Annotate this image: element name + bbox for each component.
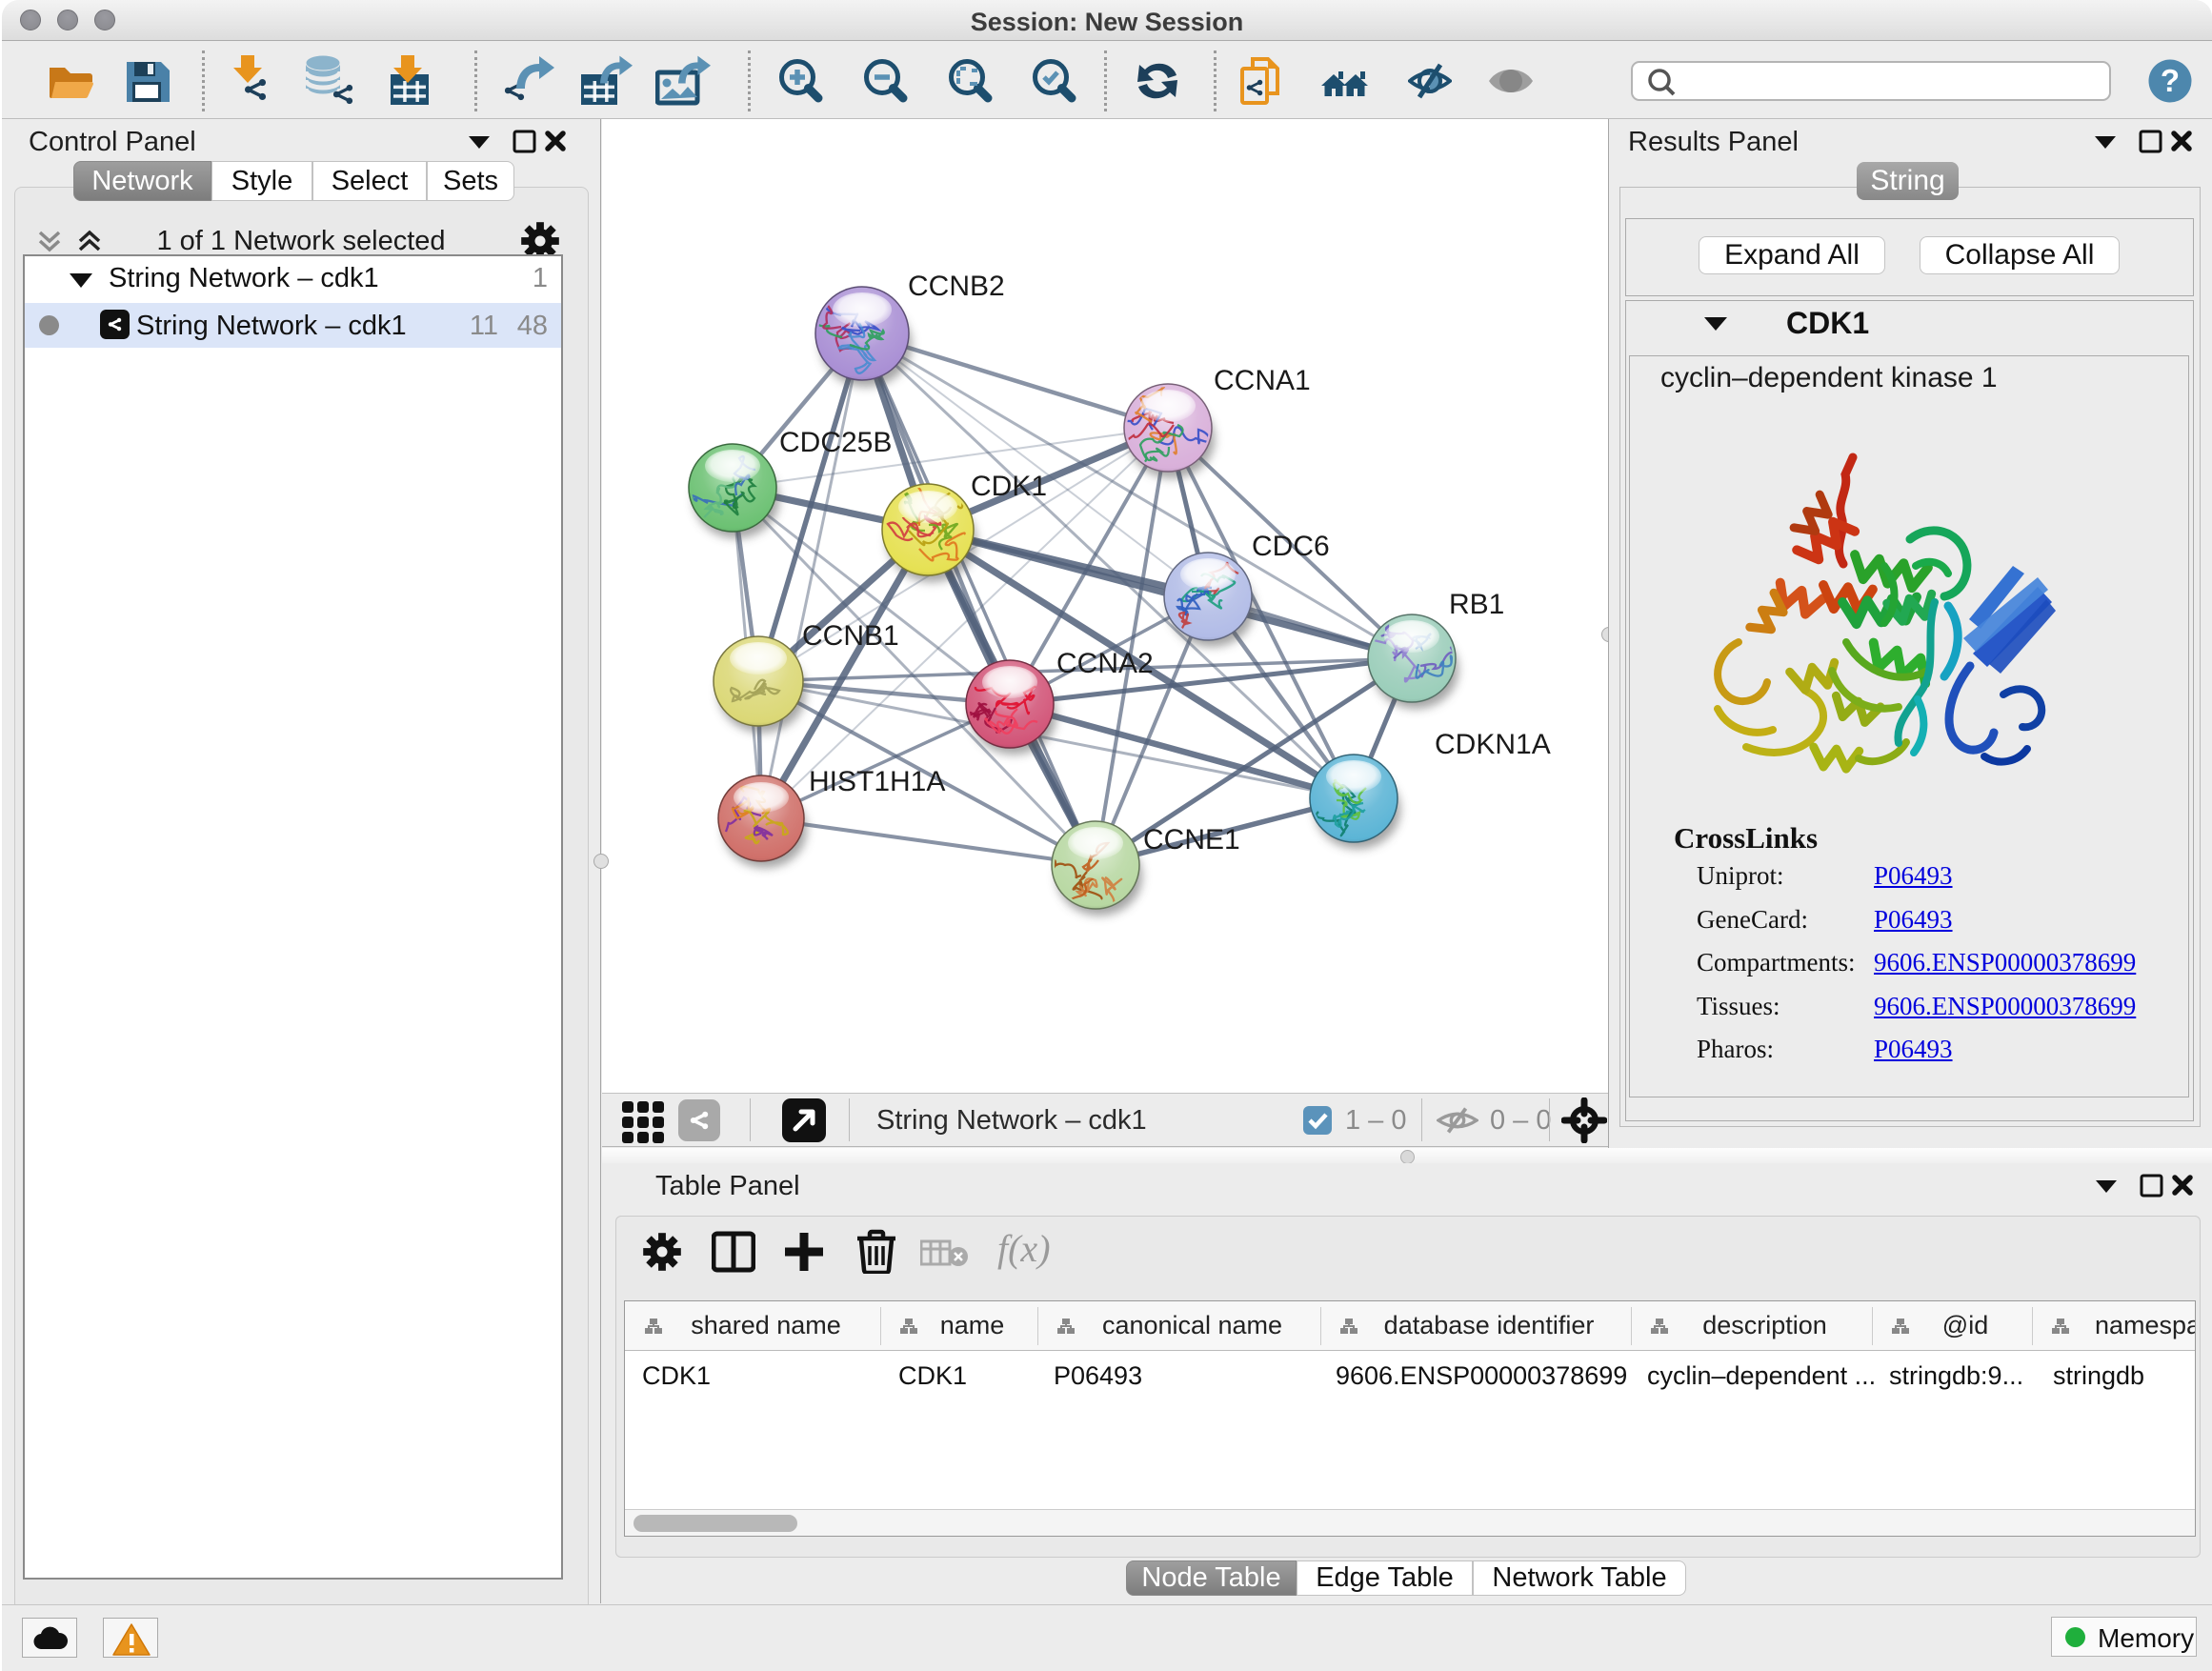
svg-text:CCNB2: CCNB2 <box>908 271 1005 302</box>
svg-text:CDKN1A: CDKN1A <box>1435 729 1551 760</box>
svg-text:CCNA2: CCNA2 <box>1056 648 1154 679</box>
svg-text:CCNA1: CCNA1 <box>1214 365 1311 396</box>
svg-text:HIST1H1A: HIST1H1A <box>809 766 945 797</box>
svg-text:CDK1: CDK1 <box>971 471 1047 502</box>
svg-text:CCNB1: CCNB1 <box>802 620 899 652</box>
svg-text:CDC6: CDC6 <box>1252 531 1330 562</box>
svg-text:CDC25B: CDC25B <box>779 427 892 458</box>
svg-text:?: ? <box>2161 63 2180 98</box>
svg-text:CCNE1: CCNE1 <box>1143 824 1240 856</box>
svg-text:RB1: RB1 <box>1449 589 1504 620</box>
